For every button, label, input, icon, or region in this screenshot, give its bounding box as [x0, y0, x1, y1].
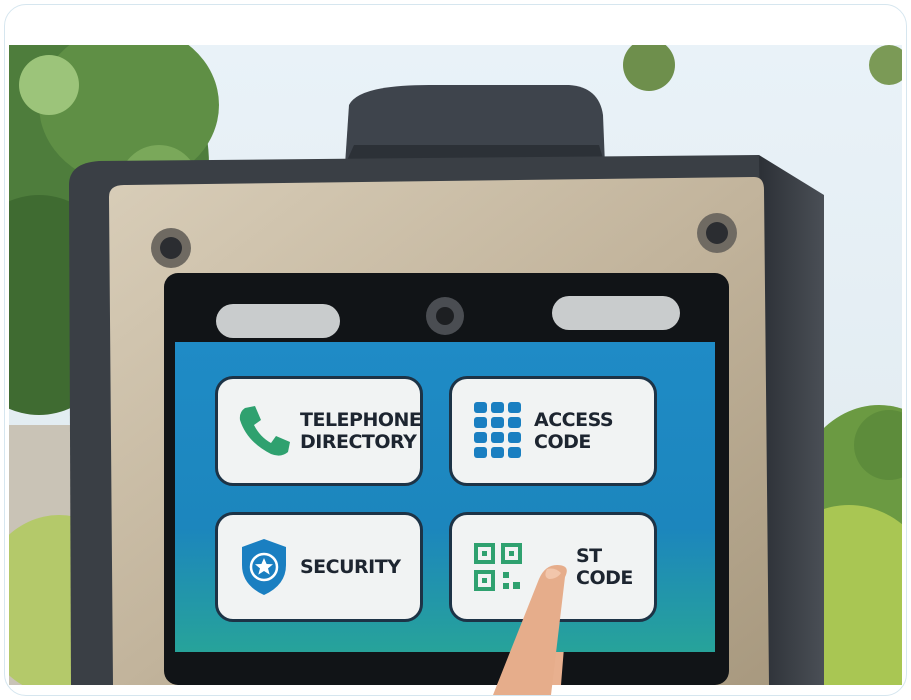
security-label: SECURITY — [300, 556, 401, 578]
telephone-directory-label: TELEPHONE DIRECTORY — [300, 409, 422, 453]
security-button[interactable]: SECURITY — [215, 512, 423, 622]
keypad-icon — [466, 399, 530, 463]
access-code-button[interactable]: ACCESS CODE — [449, 376, 657, 486]
image-card: TELEPHONE DIRECTORY ACCESS CODE SECURITY… — [4, 4, 907, 696]
phone-icon — [232, 399, 296, 463]
light-bar-left — [216, 304, 340, 338]
shield-star-icon — [232, 535, 296, 599]
light-bar-right — [552, 296, 680, 330]
touch-screen: TELEPHONE DIRECTORY ACCESS CODE SECURITY… — [175, 342, 715, 652]
housing-side — [759, 155, 824, 685]
finger-overlay — [493, 565, 567, 695]
access-code-label: ACCESS CODE — [534, 409, 614, 453]
telephone-directory-button[interactable]: TELEPHONE DIRECTORY — [215, 376, 423, 486]
